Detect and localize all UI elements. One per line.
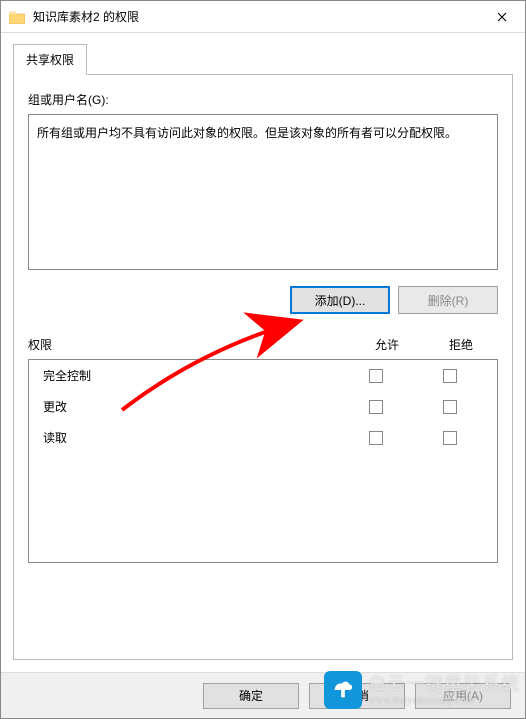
remove-button: 删除(R): [398, 286, 498, 314]
deny-checkbox[interactable]: [443, 369, 457, 383]
permission-row: 完全控制: [29, 360, 497, 391]
permissions-header-deny: 拒绝: [424, 336, 498, 353]
group-users-listbox[interactable]: 所有组或用户均不具有访问此对象的权限。但是该对象的所有者可以分配权限。: [28, 114, 498, 270]
dialog-content: 共享权限 组或用户名(G): 所有组或用户均不具有访问此对象的权限。但是该对象的…: [1, 33, 525, 672]
allow-checkbox[interactable]: [369, 400, 383, 414]
watermark-logo-icon: [324, 671, 362, 709]
ok-button[interactable]: 确定: [203, 683, 299, 709]
permission-name: 更改: [43, 398, 339, 415]
deny-checkbox[interactable]: [443, 400, 457, 414]
permissions-header: 权限 允许 拒绝: [28, 336, 498, 353]
watermark-line1: 白云一键重装系统: [368, 674, 520, 695]
permission-name: 完全控制: [43, 367, 339, 384]
watermark-text: 白云一键重装系统 www.baiyunxitong.com: [368, 674, 520, 706]
permissions-header-allow: 允许: [350, 336, 424, 353]
close-button[interactable]: [479, 1, 525, 33]
tab-share-permissions[interactable]: 共享权限: [13, 44, 87, 75]
permission-row: 更改: [29, 391, 497, 422]
permissions-header-name: 权限: [28, 336, 350, 353]
tab-strip: 共享权限: [13, 43, 513, 74]
tab-body: 组或用户名(G): 所有组或用户均不具有访问此对象的权限。但是该对象的所有者可以…: [13, 74, 513, 660]
permissions-dialog: 知识库素材2 的权限 共享权限 组或用户名(G): 所有组或用户均不具有访问此对…: [0, 0, 526, 719]
permissions-listbox: 完全控制 更改 读取: [28, 359, 498, 563]
add-button[interactable]: 添加(D)...: [290, 286, 390, 314]
folder-icon: [9, 10, 25, 24]
group-users-label: 组或用户名(G):: [28, 91, 498, 108]
deny-checkbox[interactable]: [443, 431, 457, 445]
titlebar: 知识库素材2 的权限: [1, 1, 525, 33]
permission-name: 读取: [43, 429, 339, 446]
group-users-message: 所有组或用户均不具有访问此对象的权限。但是该对象的所有者可以分配权限。: [37, 126, 457, 140]
permission-row: 读取: [29, 422, 497, 453]
user-buttons-row: 添加(D)... 删除(R): [28, 286, 498, 314]
window-title: 知识库素材2 的权限: [33, 8, 479, 25]
allow-checkbox[interactable]: [369, 431, 383, 445]
watermark-line2: www.baiyunxitong.com: [368, 695, 520, 707]
allow-checkbox[interactable]: [369, 369, 383, 383]
watermark: 白云一键重装系统 www.baiyunxitong.com: [324, 671, 520, 709]
